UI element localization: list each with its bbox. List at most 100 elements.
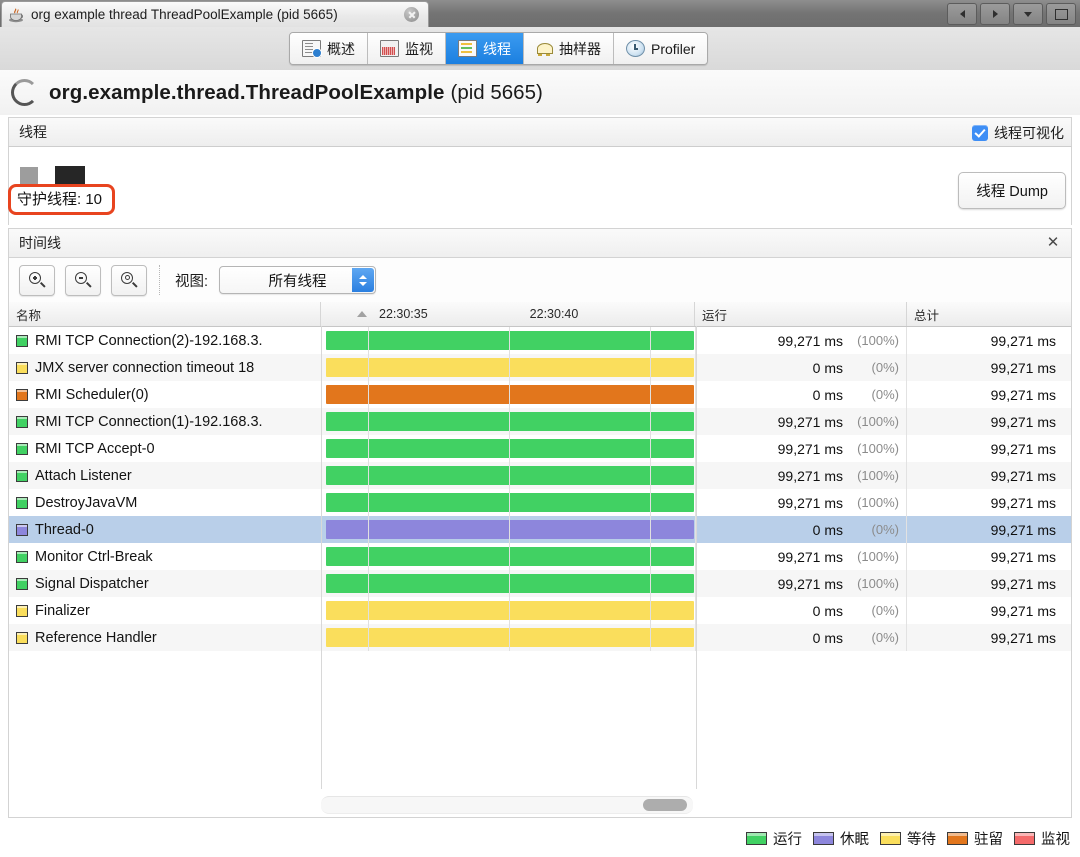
thread-running-value: 99,271 ms (777, 440, 843, 457)
thread-running-percent: (100%) (857, 549, 899, 564)
legend-color-swatch (1014, 832, 1035, 845)
table-row[interactable]: RMI TCP Connection(2)-192.168.3. 99,271 m… (9, 327, 1071, 354)
legend-color-swatch (947, 832, 968, 845)
column-header-running[interactable]: 运行 (695, 302, 907, 326)
tab-profiler[interactable]: Profiler (614, 33, 708, 64)
thread-running-cell: 99,271 ms (100%) (695, 489, 907, 516)
zoom-out-button[interactable] (65, 264, 101, 296)
table-row[interactable]: RMI Scheduler(0) 0 ms (0%) 99,271 ms (9, 381, 1071, 408)
threads-table: 名称 22:30:35 22:30:40 运行 总计 RMI TCP Conne… (8, 302, 1072, 818)
column-header-timeline[interactable]: 22:30:35 22:30:40 (321, 302, 695, 326)
threads-panel-title: 线程 (19, 124, 47, 140)
thread-running-cell: 99,271 ms (100%) (695, 327, 907, 354)
tab-sampler-label: 抽样器 (559, 40, 601, 57)
table-row[interactable]: RMI TCP Connection(1)-192.168.3. 99,271 m… (9, 408, 1071, 435)
thread-name-label: Thread-0 (35, 521, 94, 538)
thread-running-cell: 99,271 ms (100%) (695, 408, 907, 435)
table-row[interactable]: Reference Handler 0 ms (0%) 99,271 ms (9, 624, 1071, 651)
thread-name-cell: RMI TCP Connection(1)-192.168.3. (9, 408, 321, 435)
thread-name-label: Finalizer (35, 602, 90, 619)
thread-total-cell: 99,271 ms (907, 543, 1070, 570)
thread-running-value: 99,271 ms (777, 413, 843, 430)
thread-running-value: 0 ms (812, 629, 843, 646)
visualize-threads-checkbox[interactable]: 线程可视化 (972, 123, 1064, 143)
column-header-name[interactable]: 名称 (9, 302, 321, 326)
table-row[interactable]: Finalizer 0 ms (0%) 99,271 ms (9, 597, 1071, 624)
close-icon[interactable] (404, 7, 419, 22)
tab-sampler[interactable]: 抽样器 (524, 33, 614, 64)
view-tabs: 概述 监视 线程 抽样器 Profiler (289, 32, 709, 65)
process-id-label: (pid 5665) (450, 80, 543, 104)
thread-total-value: 99,271 ms (990, 602, 1056, 619)
dropdown-button[interactable] (1013, 3, 1043, 25)
legend-color-swatch (746, 832, 767, 845)
thread-timeline-bar (326, 466, 694, 485)
thread-total-value: 99,271 ms (990, 521, 1056, 538)
thread-timeline-cell (321, 381, 695, 408)
thread-state-chip-icon (16, 361, 28, 374)
timeline-horizontal-scrollbar[interactable] (321, 796, 693, 814)
zoom-fit-button[interactable] (111, 264, 147, 296)
tab-monitor[interactable]: 监视 (368, 33, 446, 64)
maximize-button[interactable] (1046, 3, 1076, 25)
thread-name-cell: Signal Dispatcher (9, 570, 321, 597)
thread-timeline-bar (326, 520, 694, 539)
close-icon[interactable]: ✕ (1045, 235, 1061, 251)
tab-monitor-label: 监视 (405, 40, 433, 57)
chevron-down-icon (1024, 11, 1032, 17)
timeline-panel-title: 时间线 (19, 235, 61, 251)
nav-forward-button[interactable] (980, 3, 1010, 25)
nav-back-button[interactable] (947, 3, 977, 25)
thread-running-cell: 99,271 ms (100%) (695, 543, 907, 570)
thread-total-value: 99,271 ms (990, 467, 1056, 484)
table-row[interactable]: DestroyJavaVM 99,271 ms (100%) 99,271 ms (9, 489, 1071, 516)
legend-item: 休眠 (813, 828, 869, 849)
timeline-toolbar: 视图: 所有线程 (8, 258, 1072, 302)
document-tab[interactable]: org example thread ThreadPoolExample (pi… (1, 1, 429, 27)
tab-threads[interactable]: 线程 (446, 33, 524, 64)
column-header-total[interactable]: 总计 (907, 302, 1070, 326)
table-row[interactable]: RMI TCP Accept-0 99,271 ms (100%) 99,271 ms (9, 435, 1071, 462)
table-row[interactable]: Attach Listener 99,271 ms (100%) 99,271 ms (9, 462, 1071, 489)
view-select[interactable]: 所有线程 (219, 266, 377, 294)
legend-item: 运行 (746, 828, 802, 849)
thread-timeline-bar (326, 385, 694, 404)
thread-running-cell: 0 ms (0%) (695, 381, 907, 408)
thread-running-value: 99,271 ms (777, 548, 843, 565)
window-controls (947, 3, 1076, 25)
thread-timeline-cell (321, 597, 695, 624)
triangle-left-icon (959, 10, 965, 18)
legend-label: 等待 (907, 832, 936, 848)
thread-running-percent: (100%) (857, 576, 899, 591)
table-row[interactable]: Signal Dispatcher 99,271 ms (100%) 99,271 m… (9, 570, 1071, 597)
thread-timeline-bar (326, 574, 694, 593)
legend-label: 监视 (1041, 832, 1070, 848)
table-header-row: 名称 22:30:35 22:30:40 运行 总计 (9, 302, 1071, 327)
thread-icon (458, 40, 477, 57)
tab-overview[interactable]: 概述 (290, 33, 368, 64)
thread-running-percent: (100%) (857, 414, 899, 429)
thread-name-cell: DestroyJavaVM (9, 489, 321, 516)
thread-dump-button[interactable]: 线程 Dump (958, 172, 1066, 209)
thread-state-chip-icon (16, 577, 28, 590)
table-row[interactable]: Monitor Ctrl-Break 99,271 ms (100%) 99,271 … (9, 543, 1071, 570)
legend-label: 驻留 (974, 832, 1003, 848)
table-row[interactable]: JMX server connection timeout 18 0 ms (0%)… (9, 354, 1071, 381)
thread-total-value: 99,271 ms (990, 440, 1056, 457)
swatch-gray (20, 167, 38, 184)
scrollbar-thumb[interactable] (643, 799, 687, 811)
thread-running-value: 0 ms (812, 359, 843, 376)
thread-running-value: 0 ms (812, 521, 843, 538)
table-body: RMI TCP Connection(2)-192.168.3. 99,271 m… (9, 327, 1071, 651)
table-row[interactable]: Thread-0 0 ms (0%) 99,271 ms (9, 516, 1071, 543)
java-cup-icon (8, 6, 26, 24)
state-legend: 运行 休眠 等待 驻留 监视 (746, 828, 1070, 849)
thread-running-percent: (100%) (857, 495, 899, 510)
zoom-in-button[interactable] (19, 264, 55, 296)
zoom-fit-icon (121, 272, 138, 288)
thread-name-label: Signal Dispatcher (35, 575, 149, 592)
thread-name-label: DestroyJavaVM (35, 494, 138, 511)
thread-name-cell: Monitor Ctrl-Break (9, 543, 321, 570)
thread-running-value: 99,271 ms (777, 467, 843, 484)
thread-total-cell: 99,271 ms (907, 408, 1070, 435)
